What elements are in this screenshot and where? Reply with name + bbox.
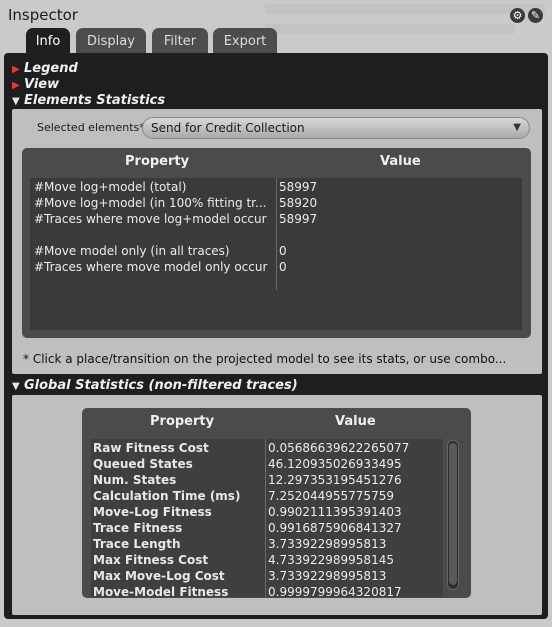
table-row-value: 0.9902111395391403 bbox=[268, 505, 402, 519]
table-row-property: Trace Length bbox=[93, 537, 181, 551]
table-row-value: 12.297353195451276 bbox=[268, 473, 402, 487]
column-divider bbox=[276, 178, 277, 290]
table-row-property: Max Fitness Cost bbox=[93, 553, 209, 567]
table-row-property: #Traces where move log+model occur bbox=[34, 212, 267, 226]
expand-arrow-icon: ▶ bbox=[12, 80, 20, 91]
inspector-panel: Inspector ⚙ ✎ Info Display Filter Export… bbox=[0, 0, 552, 627]
section-view[interactable]: ▶ View bbox=[12, 77, 59, 92]
section-view-label: View bbox=[24, 77, 60, 92]
column-header-value[interactable]: Value bbox=[335, 414, 376, 429]
table-row-property: Queued States bbox=[93, 457, 193, 471]
table-row-property: #Move log+model (in 100% fitting tr... bbox=[34, 196, 267, 210]
table-row-value: 46.120935026933495 bbox=[268, 457, 402, 471]
table-row-value: 3.73392298995813 bbox=[268, 569, 387, 583]
collapse-arrow-icon: ▼ bbox=[12, 96, 20, 107]
selected-elements-value: Send for Credit Collection bbox=[151, 121, 305, 135]
table-row-property: Calculation Time (ms) bbox=[93, 489, 241, 503]
table-row-value: 0 bbox=[279, 260, 287, 274]
table-row-value: 0.9916875906841327 bbox=[268, 521, 402, 535]
table-row-value: 0 bbox=[279, 244, 287, 258]
section-elements-statistics[interactable]: ▼ Elements Statistics bbox=[12, 93, 165, 108]
table-row-value: 3.73392298995813 bbox=[268, 537, 387, 551]
section-legend-label: Legend bbox=[24, 61, 78, 76]
table-row-property: #Move log+model (total) bbox=[34, 180, 187, 194]
section-legend[interactable]: ▶ Legend bbox=[12, 61, 78, 76]
column-header-property[interactable]: Property bbox=[125, 154, 189, 169]
scrollbar-thumb[interactable] bbox=[449, 443, 457, 585]
window-title: Inspector bbox=[8, 6, 78, 24]
chevron-down-icon: ▼ bbox=[513, 122, 521, 133]
selection-hint: * Click a place/transition on the projec… bbox=[23, 352, 507, 366]
section-global-statistics[interactable]: ▼ Global Statistics (non-filtered traces) bbox=[12, 378, 298, 393]
table-row-property: #Move model only (in all traces) bbox=[34, 244, 230, 258]
table-row-property: Trace Fitness bbox=[93, 521, 183, 535]
section-elements-label: Elements Statistics bbox=[24, 93, 166, 108]
table-row-property: Move-Model Fitness bbox=[93, 585, 229, 597]
table-row-value: 0.05686639622265077 bbox=[268, 441, 410, 455]
table-row-value: 58920 bbox=[279, 196, 318, 210]
table-row-value: 4.733922989958145 bbox=[268, 553, 394, 567]
table-row-property: Move-Log Fitness bbox=[93, 505, 212, 519]
table-row-property: #Traces where move model only occur bbox=[34, 260, 268, 274]
section-global-label: Global Statistics (non-filtered traces) bbox=[24, 378, 298, 393]
table-row-property: Max Move-Log Cost bbox=[93, 569, 225, 583]
column-header-value[interactable]: Value bbox=[380, 154, 421, 169]
tab-export[interactable]: Export bbox=[213, 28, 277, 54]
expand-arrow-icon: ▶ bbox=[12, 64, 20, 75]
settings-icon[interactable]: ⚙ bbox=[510, 8, 525, 23]
selected-elements-label: Selected elements* bbox=[37, 121, 145, 134]
tab-info[interactable]: Info bbox=[26, 28, 70, 54]
column-divider bbox=[265, 439, 266, 597]
clipped-row: Move-Model Fitness 0.9999799964320817 bbox=[91, 584, 443, 597]
pin-icon[interactable]: ✎ bbox=[528, 8, 543, 23]
table-row-value: 7.252044955775759 bbox=[268, 489, 394, 503]
table-row-property: Num. States bbox=[93, 473, 177, 487]
tab-display[interactable]: Display bbox=[76, 28, 146, 54]
table-row-value: 0.9999799964320817 bbox=[268, 585, 402, 597]
table-row-value: 58997 bbox=[279, 180, 318, 194]
tab-filter[interactable]: Filter bbox=[152, 28, 208, 54]
column-header-property[interactable]: Property bbox=[150, 414, 214, 429]
collapse-arrow-icon: ▼ bbox=[12, 381, 20, 392]
table-row-value: 58997 bbox=[279, 212, 318, 226]
global-table-scrollbar[interactable] bbox=[447, 440, 459, 590]
selected-elements-combo[interactable]: Send for Credit Collection ▼ bbox=[142, 117, 530, 139]
table-row-property: Raw Fitness Cost bbox=[93, 441, 209, 455]
